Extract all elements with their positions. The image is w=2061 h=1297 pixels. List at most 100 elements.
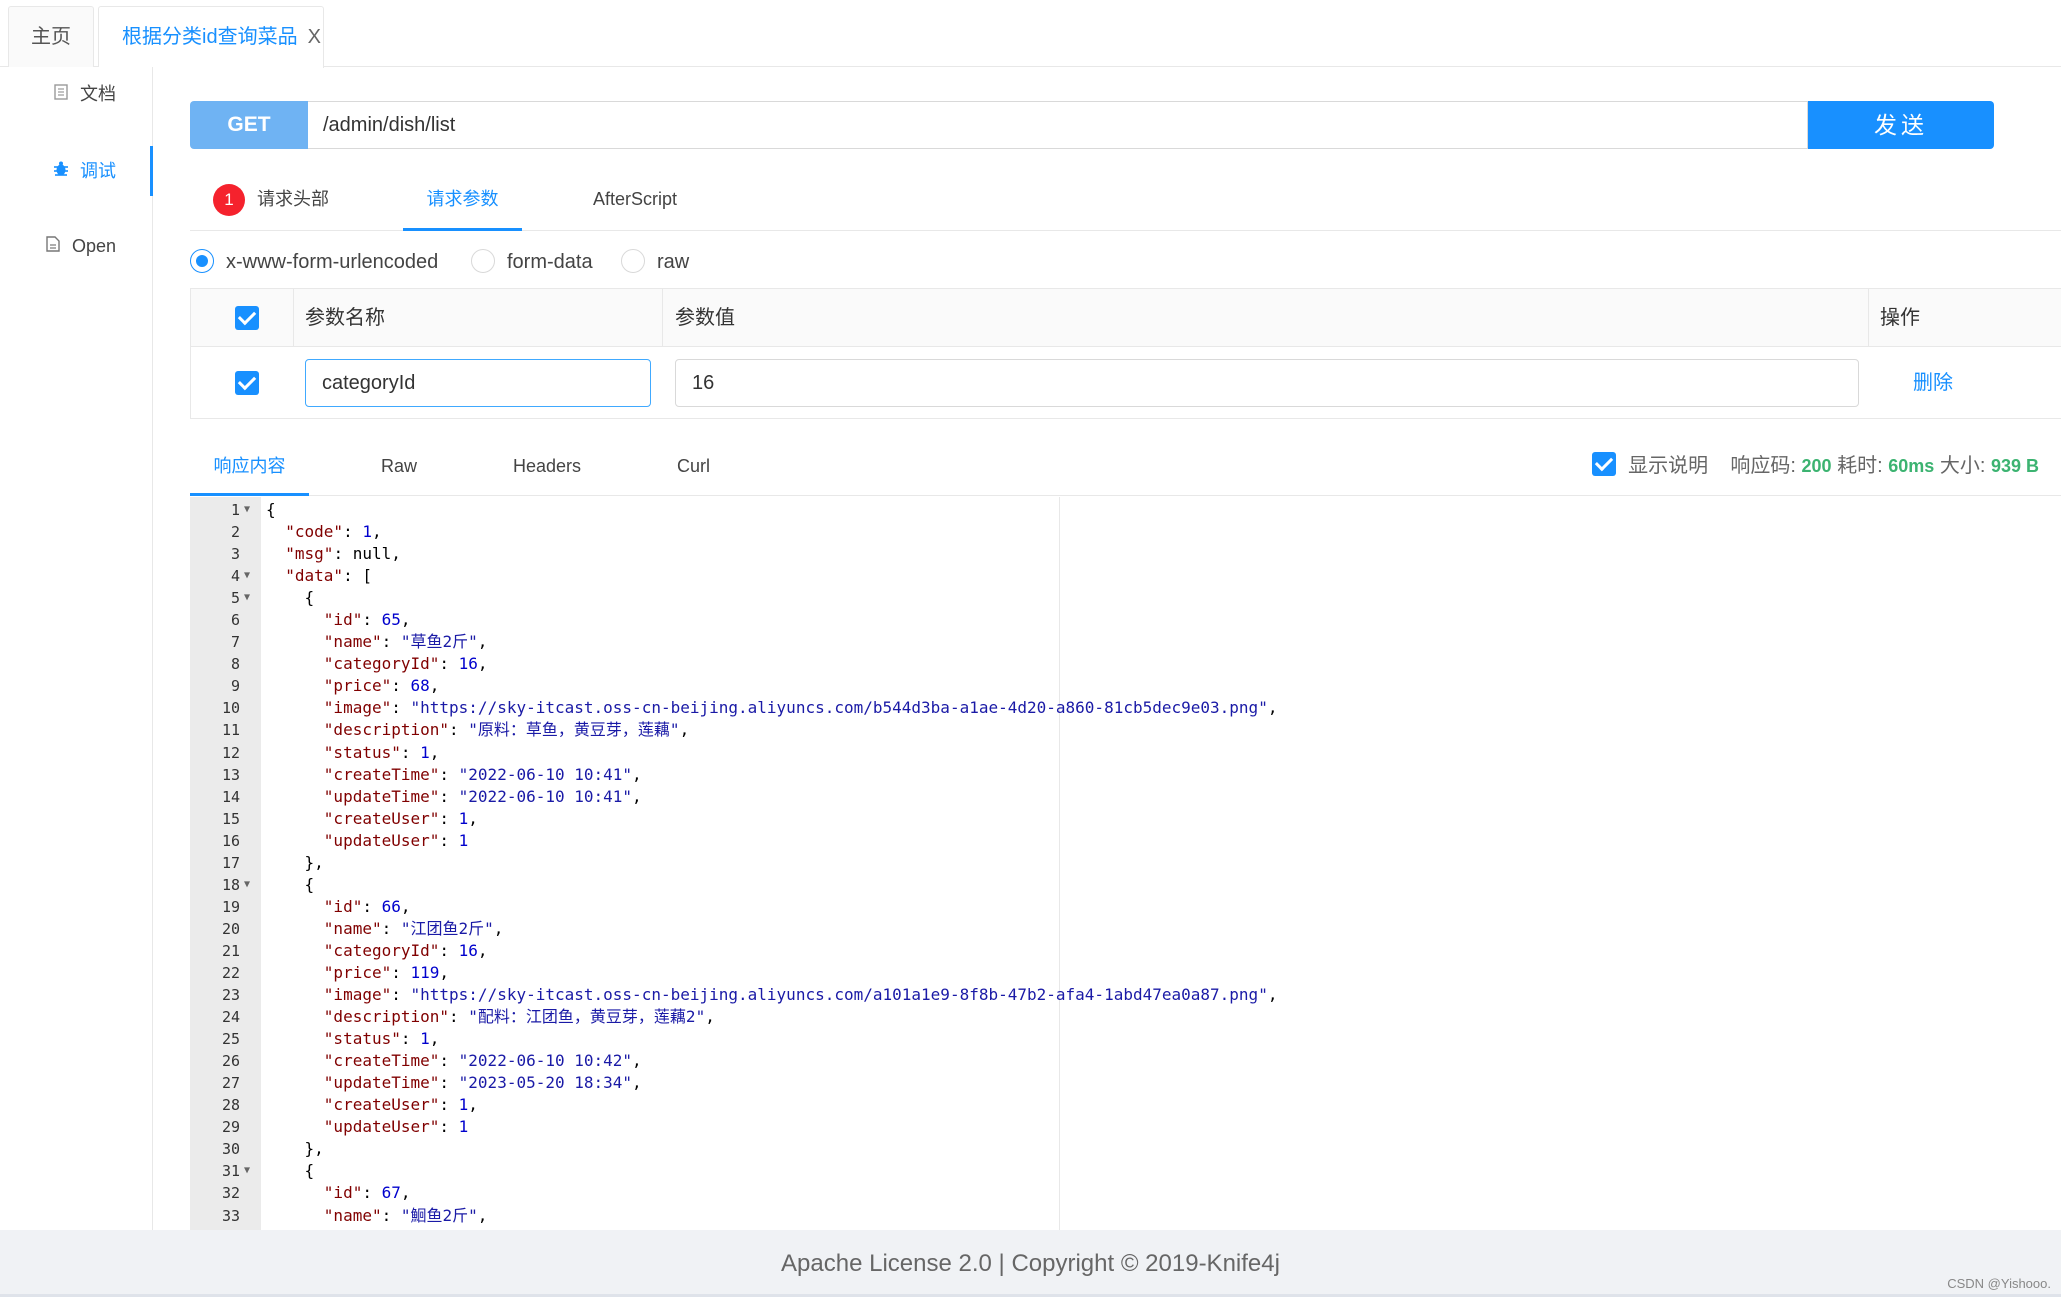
- tab-afterscript-label: AfterScript: [593, 189, 678, 209]
- radio-urlencoded[interactable]: x-www-form-urlencoded: [190, 248, 438, 276]
- fold-toggle-icon[interactable]: ▼: [244, 565, 250, 587]
- tab-home-label: 主页: [31, 26, 71, 48]
- show-desc-checkbox[interactable]: [1592, 451, 1617, 476]
- file-icon: [44, 221, 62, 271]
- code-text: "image": "https://sky-itcast.oss-cn-beij…: [323, 985, 1278, 1005]
- code-text: "id": 65,: [323, 610, 411, 630]
- time-value: 60ms: [1888, 456, 1935, 476]
- code-text: "updateTime": "2022-06-10 10:41",: [323, 786, 642, 806]
- line-number: 1: [230, 501, 240, 519]
- fold-toggle-icon[interactable]: ▼: [244, 1160, 250, 1182]
- radio-raw[interactable]: raw: [621, 248, 689, 276]
- tab-response-curl-label: Curl: [677, 456, 711, 476]
- code-line: 25 "status": 1,: [190, 1028, 2061, 1050]
- code-line: 19 "id": 66,: [190, 896, 2061, 918]
- table-row: categoryId 16 删除: [203, 347, 2061, 419]
- header-param-name: 参数名称: [305, 307, 385, 329]
- license-text: Apache License 2.0 | Copyright © 2019-Kn…: [781, 1250, 1280, 1277]
- code-text: "code": 1,: [285, 522, 382, 542]
- method-select[interactable]: GET: [190, 101, 308, 149]
- sidebar-item-debug[interactable]: 调试: [0, 146, 153, 196]
- code-text: {: [266, 874, 315, 894]
- code-text: },: [266, 1139, 324, 1159]
- code-text: {: [266, 500, 276, 519]
- code-line: 15 "createUser": 1,: [190, 808, 2061, 830]
- code-text: "name": "草鱼2斤",: [323, 632, 488, 652]
- fold-toggle-icon[interactable]: ▼: [244, 874, 250, 896]
- radio-raw-label: raw: [657, 251, 690, 273]
- send-button[interactable]: 发送: [1808, 101, 1994, 149]
- tab-home[interactable]: 主页: [8, 6, 94, 67]
- radio-form-data[interactable]: form-data: [471, 248, 593, 276]
- response-code-editor[interactable]: 1 ▼{2 "code": 1, 3 "msg": null, 4 ▼ "data": …: [190, 497, 2061, 1230]
- code-text: "id": 67,: [323, 1183, 411, 1203]
- tab-response-content[interactable]: 响应内容: [190, 436, 309, 496]
- tab-dish-list-label: 根据分类id查询菜品: [122, 26, 298, 48]
- fold-toggle-icon[interactable]: ▼: [244, 499, 250, 521]
- code-line: 14 "updateTime": "2022-06-10 10:41",: [190, 786, 2061, 808]
- code-line: 24 "description": "配料：江团鱼，黄豆芽，莲藕2",: [190, 1006, 2061, 1028]
- code-line: 32 "id": 67,: [190, 1182, 2061, 1204]
- code-text: "createUser": 1,: [323, 1095, 478, 1115]
- code-text: "msg": null,: [285, 544, 401, 564]
- tab-response-headers[interactable]: Headers: [513, 436, 581, 496]
- tab-request-params-label: 请求参数: [426, 189, 499, 209]
- line-number: 17: [221, 853, 240, 872]
- code-line: 17 },: [190, 852, 2061, 874]
- code-line: 3 "msg": null,: [190, 543, 2061, 565]
- delete-param-link[interactable]: 删除: [1913, 347, 1953, 419]
- code-text: "categoryId": 16,: [323, 654, 488, 674]
- code-line: 16 "updateUser": 1: [190, 830, 2061, 852]
- row-checkbox[interactable]: [235, 371, 259, 395]
- line-number: 25: [221, 1030, 240, 1049]
- code-line: 7 "name": "草鱼2斤",: [190, 631, 2061, 653]
- code-line: 28 "createUser": 1,: [190, 1094, 2061, 1116]
- param-value-input[interactable]: 16: [675, 359, 1859, 407]
- params-table: 参数名称 参数值 操作 categoryId 16 删除: [190, 288, 2061, 419]
- top-tab-bar: 主页 根据分类id查询菜品 X: [0, 0, 2061, 68]
- code-text: "createTime": "2022-06-10 10:41",: [323, 764, 642, 784]
- code-text: "updateTime": "2023-05-20 18:34",: [323, 1073, 642, 1093]
- tab-afterscript[interactable]: AfterScript: [593, 168, 677, 231]
- line-number: 20: [221, 919, 240, 938]
- select-all-checkbox[interactable]: [235, 306, 259, 330]
- params-table-header: 参数名称 参数值 操作: [191, 289, 2061, 347]
- tab-dish-list[interactable]: 根据分类id查询菜品 X: [98, 6, 324, 68]
- code-text: "price": 68,: [323, 676, 440, 696]
- line-number: 4: [230, 567, 240, 586]
- footer: Apache License 2.0 | Copyright © 2019-Kn…: [0, 1230, 2061, 1297]
- url-input[interactable]: /admin/dish/list: [308, 101, 1808, 149]
- code-text: "name": "江团鱼2斤",: [323, 918, 504, 938]
- radio-form-data-label: form-data: [507, 251, 593, 273]
- line-number: 30: [221, 1140, 240, 1159]
- close-icon[interactable]: X: [308, 26, 321, 48]
- tab-response-raw[interactable]: Raw: [381, 436, 417, 496]
- sidebar-item-open[interactable]: Open: [0, 221, 153, 271]
- code-text: "status": 1,: [323, 742, 440, 762]
- code-lines: 1 ▼{2 "code": 1, 3 "msg": null, 4 ▼ "data": …: [190, 499, 2061, 1227]
- line-number: 2: [230, 523, 240, 542]
- code-text: "data": [: [285, 566, 372, 586]
- sidebar-item-doc[interactable]: 文档: [0, 69, 153, 119]
- fold-toggle-icon[interactable]: ▼: [244, 587, 250, 609]
- code-text: {: [266, 1161, 315, 1181]
- radio-unchecked-icon: [471, 248, 495, 273]
- param-name-input[interactable]: categoryId: [305, 359, 651, 407]
- code-line: 23 "image": "https://sky-itcast.oss-cn-b…: [190, 984, 2061, 1006]
- request-tabs: 1 请求头部 请求参数 AfterScript: [190, 168, 2061, 231]
- code-text: "price": 119,: [323, 962, 450, 982]
- tab-response-content-label: 响应内容: [213, 456, 286, 476]
- code-text: "status": 1,: [323, 1029, 440, 1049]
- header-action: 操作: [1880, 307, 1920, 329]
- tab-response-curl[interactable]: Curl: [677, 436, 710, 496]
- code-line: 26 "createTime": "2022-06-10 10:42",: [190, 1050, 2061, 1072]
- code-text: "image": "https://sky-itcast.oss-cn-beij…: [323, 698, 1278, 718]
- tab-request-headers[interactable]: 1 请求头部: [213, 168, 329, 231]
- tab-request-params[interactable]: 请求参数: [403, 168, 522, 231]
- line-number: 18: [221, 875, 240, 894]
- code-line: 8 "categoryId": 16,: [190, 653, 2061, 675]
- code-text: "description": "配料：江团鱼，黄豆芽，莲藕2",: [323, 1007, 715, 1027]
- code-text: "createTime": "2022-06-10 10:42",: [323, 1051, 642, 1071]
- sidebar-item-debug-label: 调试: [80, 161, 116, 181]
- request-url-bar: GET /admin/dish/list 发送: [190, 101, 1994, 149]
